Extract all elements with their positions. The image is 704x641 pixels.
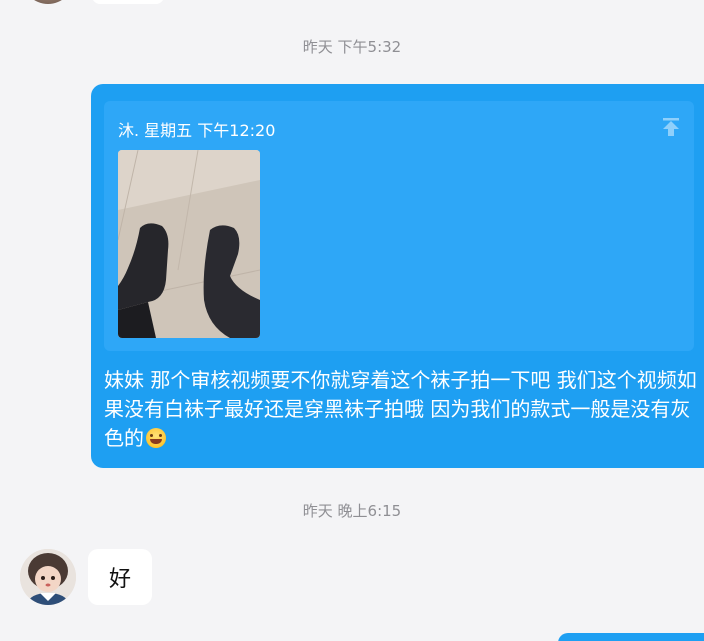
socks-photo[interactable]	[118, 150, 260, 338]
quote-header: 沐. 星期五 下午12:20	[118, 121, 276, 140]
avatar-previous[interactable]	[22, 0, 74, 4]
message-body: 妹妹 那个审核视频要不你就穿着这个袜子拍一下吧 我们这个视频如果没有白袜子最好还…	[104, 368, 697, 450]
photo-image	[118, 150, 260, 338]
received-message-bubble[interactable]: 好	[88, 549, 152, 605]
avatar-image	[20, 549, 76, 605]
laughing-tears-emoji-icon	[146, 428, 166, 448]
previous-message-bubble[interactable]	[92, 0, 164, 4]
avatar-contact[interactable]	[20, 549, 76, 605]
timestamp: 昨天 晚上6:15	[302, 502, 402, 520]
upload-arrow-icon[interactable]	[660, 116, 682, 138]
timestamp: 昨天 下午5:32	[302, 38, 402, 56]
reply-text: 好	[108, 567, 131, 592]
next-sent-message-bubble[interactable]	[558, 633, 704, 641]
message-text: 妹妹 那个审核视频要不你就穿着这个袜子拍一下吧 我们这个视频如果没有白袜子最好还…	[104, 366, 704, 453]
